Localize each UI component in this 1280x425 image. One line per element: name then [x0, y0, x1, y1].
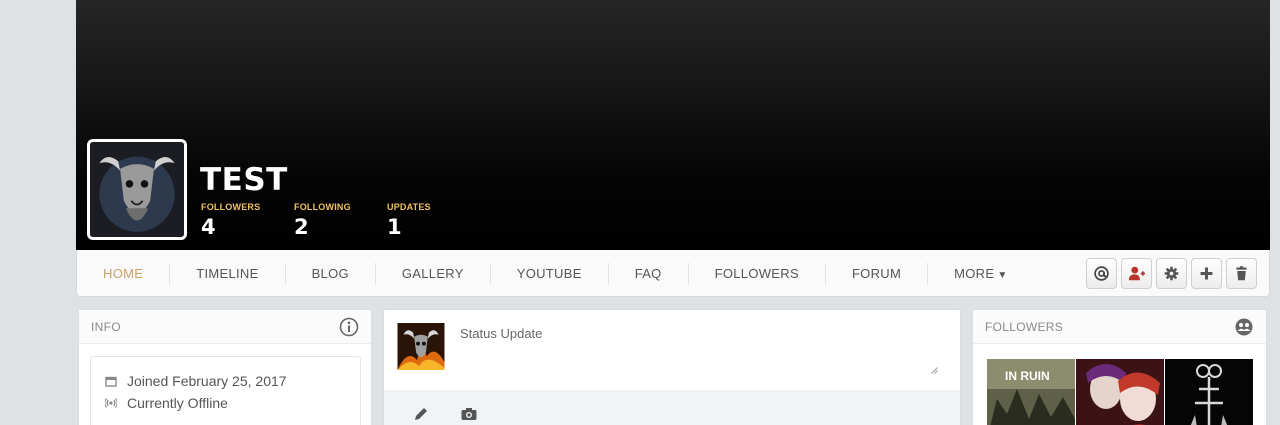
tab-followers[interactable]: FOLLOWERS [689, 262, 826, 285]
calendar-icon [105, 376, 117, 387]
stat-label: FOLLOWING [294, 202, 351, 212]
goat-skull-icon [90, 142, 184, 237]
info-panel: INFO Joined February 25, 2017 Currently … [78, 309, 372, 425]
tab-more-label: MORE [954, 265, 995, 281]
status-avatar [397, 323, 445, 370]
followers-title: FOLLOWERS [985, 320, 1064, 334]
follower-thumb-caption: IN RUIN [1005, 369, 1050, 383]
follower-thumb[interactable]: IN RUIN [987, 359, 1075, 425]
broadcast-icon [105, 398, 117, 408]
mention-button[interactable] [1086, 258, 1117, 289]
followers-panel: FOLLOWERS IN RUIN [972, 309, 1267, 425]
caret-down-icon: ▼ [997, 269, 1008, 281]
info-icon[interactable] [339, 317, 359, 337]
status-update-panel: Status Update [383, 309, 961, 425]
plus-icon [1200, 267, 1213, 280]
follower-thumb[interactable] [1165, 359, 1253, 425]
profile-name: TEST [200, 162, 288, 198]
follower-thumb[interactable] [1076, 359, 1164, 425]
add-friend-button[interactable] [1121, 258, 1152, 289]
pencil-icon[interactable] [412, 405, 430, 423]
info-title: INFO [91, 320, 121, 334]
stat-followers[interactable]: FOLLOWERS 4 [201, 202, 260, 239]
stat-value: 1 [387, 215, 402, 239]
goat-avatar-icon [397, 323, 445, 370]
info-box: Joined February 25, 2017 Currently Offli… [90, 356, 361, 425]
follower-avatar: IN RUIN [987, 359, 1075, 425]
info-status: Currently Offline [105, 392, 228, 414]
stat-label: FOLLOWERS [201, 202, 261, 212]
add-friend-icon [1128, 266, 1145, 281]
profile-banner: TEST FOLLOWERS 4 FOLLOWING 2 UPDATES 1 [76, 0, 1270, 250]
stat-label: UPDATES [387, 202, 431, 212]
stat-updates[interactable]: UPDATES 1 [387, 202, 431, 239]
profile-actions [1086, 258, 1257, 289]
tab-faq[interactable]: FAQ [609, 262, 689, 285]
status-toolbar [384, 390, 960, 425]
settings-button[interactable] [1156, 258, 1187, 289]
stat-following[interactable]: FOLLOWING 2 [294, 202, 351, 239]
info-joined-text: Joined February 25, 2017 [127, 373, 287, 389]
users-icon[interactable] [1234, 317, 1254, 337]
tab-home[interactable]: HOME [77, 262, 171, 285]
status-update-input[interactable]: Status Update [460, 326, 542, 341]
stat-value: 2 [294, 215, 309, 239]
gear-icon [1164, 266, 1179, 281]
profile-nav: HOME TIMELINE BLOG GALLERY YOUTUBE FAQ F… [76, 250, 1270, 297]
follower-thumbnails: IN RUIN [987, 359, 1253, 425]
add-button[interactable] [1191, 258, 1222, 289]
info-joined: Joined February 25, 2017 [105, 370, 287, 392]
tab-gallery[interactable]: GALLERY [376, 262, 491, 285]
tab-more[interactable]: MORE ▼ [928, 263, 1033, 285]
followers-panel-header: FOLLOWERS [973, 310, 1266, 344]
tab-blog[interactable]: BLOG [286, 262, 376, 285]
tab-forum[interactable]: FORUM [826, 262, 929, 285]
info-panel-header: INFO [79, 310, 371, 344]
mention-icon [1094, 266, 1109, 281]
nav-tabs: HOME TIMELINE BLOG GALLERY YOUTUBE FAQ F… [77, 250, 1034, 297]
resize-handle-icon[interactable] [931, 367, 938, 374]
stat-value: 4 [201, 215, 216, 239]
tab-youtube[interactable]: YOUTUBE [491, 262, 609, 285]
delete-button[interactable] [1226, 258, 1257, 289]
follower-avatar [1076, 359, 1164, 425]
profile-avatar[interactable] [87, 139, 187, 240]
tab-timeline[interactable]: TIMELINE [170, 262, 286, 285]
camera-icon[interactable] [460, 405, 478, 423]
follower-avatar [1165, 359, 1253, 425]
trash-icon [1236, 266, 1247, 281]
info-status-text: Currently Offline [127, 395, 228, 411]
